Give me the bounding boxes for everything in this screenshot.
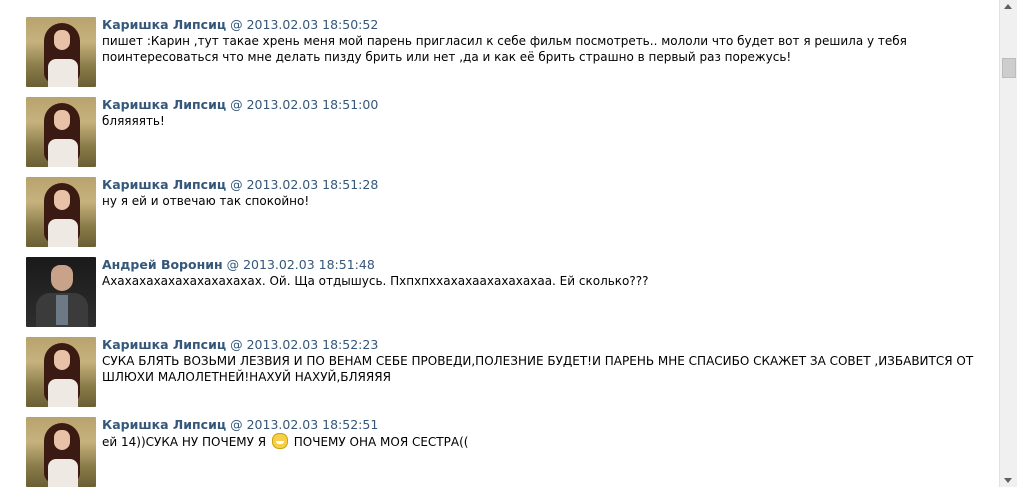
at-sign: @ (230, 177, 243, 192)
timestamp: 2013.02.03 18:51:00 (246, 97, 379, 112)
message-text-part: ей 14))СУКА НУ ПОЧЕМУ Я (102, 435, 267, 449)
author-link[interactable]: Каришка Липсиц (102, 17, 226, 32)
message: Каришка Липсиц @ 2013.02.03 18:50:52 пиш… (0, 17, 1000, 97)
timestamp: 2013.02.03 18:51:48 (243, 257, 375, 272)
message: Каришка Липсиц @ 2013.02.03 18:52:51 ей … (0, 417, 1000, 487)
message-header: Каришка Липсиц @ 2013.02.03 18:50:52 (102, 17, 378, 33)
author-link[interactable]: Каришка Липсиц (102, 417, 226, 432)
avatar[interactable] (26, 337, 96, 407)
message-text-part: ПОЧЕМУ ОНА МОЯ СЕСТРА(( (293, 435, 469, 449)
vertical-scrollbar[interactable] (999, 0, 1017, 487)
message-header: Каришка Липсиц @ 2013.02.03 18:52:51 (102, 417, 378, 433)
message: Каришка Липсиц @ 2013.02.03 18:52:23 СУК… (0, 337, 1000, 417)
avatar[interactable] (26, 257, 96, 327)
author-link[interactable]: Каришка Липсиц (102, 337, 226, 352)
timestamp: 2013.02.03 18:51:28 (246, 177, 379, 192)
at-sign: @ (226, 257, 240, 272)
scroll-down-arrow-icon[interactable] (1004, 478, 1012, 483)
avatar[interactable] (26, 97, 96, 167)
message-feed: Каришка Липсиц @ 2013.02.03 18:50:52 пиш… (0, 0, 1000, 487)
message-text: Ахахахахахахахахахахах. Ой. Ща отдышусь.… (102, 274, 649, 288)
at-sign: @ (230, 97, 243, 112)
message-partial (0, 0, 1000, 10)
message-text: ну я ей и отвечаю так спокойно! (102, 194, 310, 208)
message: Каришка Липсиц @ 2013.02.03 18:51:28 ну … (0, 177, 1000, 257)
author-link[interactable]: Андрей Воронин (102, 257, 223, 272)
at-sign: @ (230, 337, 243, 352)
message-text: ей 14))СУКА НУ ПОЧЕМУ Я ПОЧЕМУ ОНА МОЯ С… (102, 433, 982, 450)
timestamp: 2013.02.03 18:50:52 (246, 17, 379, 32)
message-text: СУКА БЛЯТЬ ВОЗЬМИ ЛЕЗВИЯ И ПО ВЕНАМ СЕБЕ… (102, 354, 974, 384)
at-sign: @ (230, 17, 243, 32)
message-header: Каришка Липсиц @ 2013.02.03 18:52:23 (102, 337, 378, 353)
timestamp: 2013.02.03 18:52:23 (246, 337, 379, 352)
message-text: бляяяять! (102, 114, 165, 128)
message-header: Каришка Липсиц @ 2013.02.03 18:51:00 (102, 97, 378, 113)
message: Каришка Липсиц @ 2013.02.03 18:51:00 бля… (0, 97, 1000, 177)
message-header: Каришка Липсиц @ 2013.02.03 18:51:28 (102, 177, 378, 193)
at-sign: @ (230, 417, 243, 432)
avatar[interactable] (26, 177, 96, 247)
author-link[interactable]: Каришка Липсиц (102, 97, 226, 112)
author-link[interactable]: Каришка Липсиц (102, 177, 226, 192)
grinning-emoji-icon (271, 433, 288, 449)
avatar[interactable] (26, 17, 96, 87)
message: Андрей Воронин @ 2013.02.03 18:51:48 Аха… (0, 257, 1000, 337)
scrollbar-thumb[interactable] (1002, 58, 1016, 78)
avatar[interactable] (26, 417, 96, 487)
timestamp: 2013.02.03 18:52:51 (246, 417, 379, 432)
message-text: пишет :Карин ,тут такае хрень меня мой п… (102, 34, 907, 64)
message-header: Андрей Воронин @ 2013.02.03 18:51:48 (102, 257, 375, 273)
scroll-up-arrow-icon[interactable] (1004, 4, 1012, 9)
